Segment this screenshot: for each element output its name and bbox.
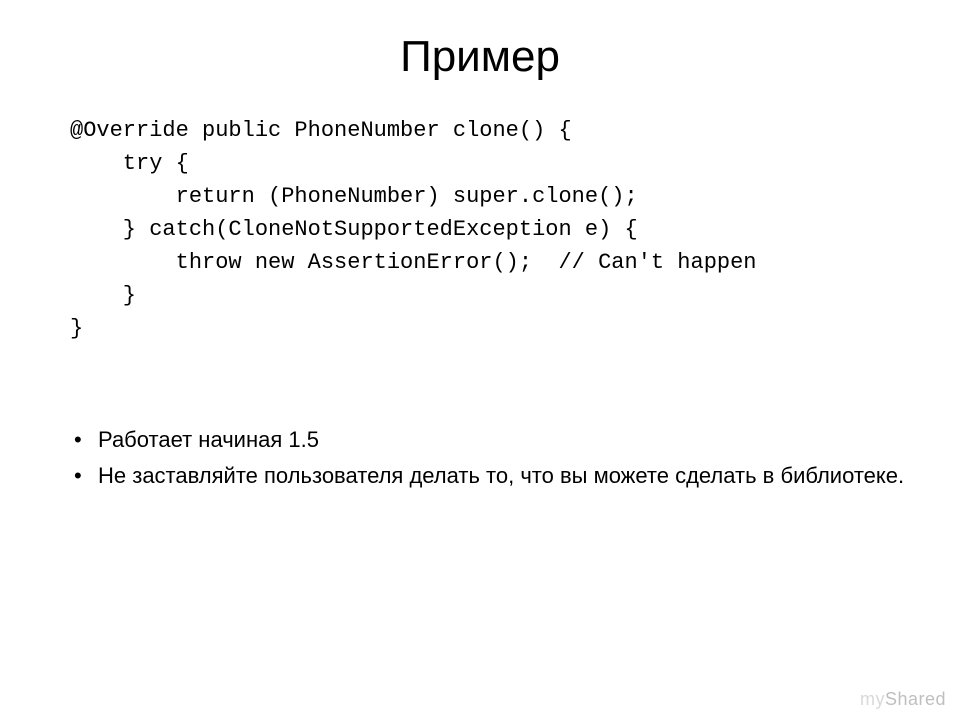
code-line: try { <box>70 151 189 176</box>
bullet-list: Работает начиная 1.5 Не заставляйте поль… <box>70 425 920 490</box>
watermark: myShared <box>860 689 946 710</box>
code-line: } <box>70 283 136 308</box>
watermark-suffix: Shared <box>885 689 946 709</box>
watermark-prefix: my <box>860 689 885 709</box>
code-line: } <box>70 316 83 341</box>
list-item: Работает начиная 1.5 <box>70 425 920 455</box>
code-block: @Override public PhoneNumber clone() { t… <box>70 114 920 345</box>
code-line: } catch(CloneNotSupportedException e) { <box>70 217 638 242</box>
code-line: throw new AssertionError(); // Can't hap… <box>70 250 757 275</box>
code-line: return (PhoneNumber) super.clone(); <box>70 184 638 209</box>
code-line: @Override public PhoneNumber clone() { <box>70 118 572 143</box>
slide-container: Пример @Override public PhoneNumber clon… <box>0 0 960 720</box>
slide-title: Пример <box>40 32 920 82</box>
list-item: Не заставляйте пользователя делать то, ч… <box>70 461 920 491</box>
